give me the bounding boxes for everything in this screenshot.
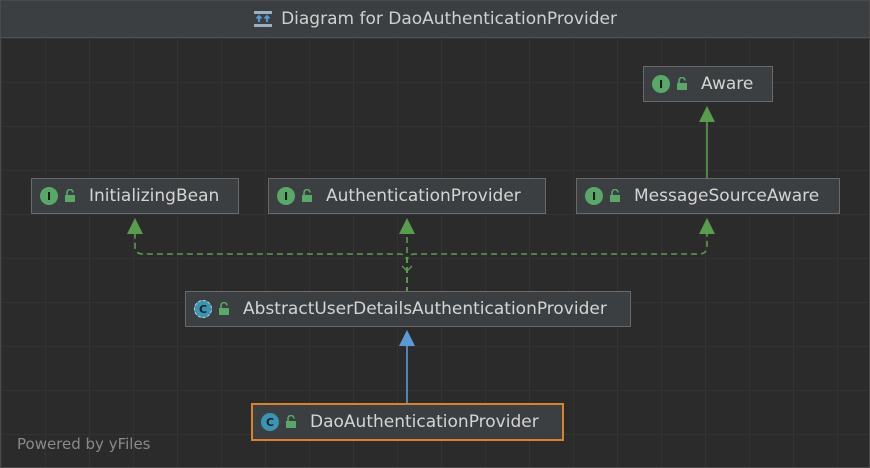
unlocked-icon [286, 415, 296, 428]
node-aware[interactable]: I Aware [643, 66, 773, 102]
interface-icon: I [585, 187, 603, 205]
edge-abstract-initializingbean [134, 233, 408, 293]
arrowhead-messagesourceaware [699, 218, 715, 234]
title-bar: Diagram for DaoAuthenticationProvider [1, 1, 869, 38]
arrowhead-initializingbean [127, 218, 143, 234]
unlocked-icon [302, 189, 312, 202]
unlocked-icon [65, 189, 75, 202]
interface-icon: I [40, 187, 58, 205]
diagram-canvas[interactable]: I Aware I InitializingBean I Authenticat… [1, 38, 869, 467]
node-label: InitializingBean [89, 186, 220, 206]
node-label: AuthenticationProvider [326, 186, 521, 206]
edge-abstract-messagesourceaware [406, 233, 708, 293]
node-messagesourceaware[interactable]: I MessageSourceAware [576, 178, 840, 214]
interface-icon: I [652, 75, 670, 93]
node-label: DaoAuthenticationProvider [310, 412, 539, 432]
powered-by-label: Powered by yFiles [17, 435, 151, 453]
node-label: AbstractUserDetailsAuthenticationProvide… [243, 299, 607, 319]
diagram-window: Diagram for DaoAuthenticationProvider I [0, 0, 870, 468]
node-abstractuserdetailsauthenticationprovider[interactable]: C AbstractUserDetailsAuthenticationProvi… [185, 291, 631, 327]
abstract-class-icon: C [194, 300, 212, 318]
node-authenticationprovider[interactable]: I AuthenticationProvider [268, 178, 546, 214]
window-title: Diagram for DaoAuthenticationProvider [281, 9, 617, 29]
interface-icon: I [277, 187, 295, 205]
diagram-icon [254, 11, 273, 27]
unlocked-icon [610, 189, 620, 202]
class-icon: C [261, 413, 279, 431]
unlocked-icon [219, 302, 229, 315]
arrowhead-authenticationprovider [399, 218, 415, 234]
node-daoauthenticationprovider[interactable]: C DaoAuthenticationProvider [251, 403, 564, 441]
arrowhead-aware [699, 106, 715, 122]
unlocked-icon [677, 77, 687, 90]
node-label: MessageSourceAware [634, 186, 820, 206]
node-initializingbean[interactable]: I InitializingBean [31, 178, 239, 214]
arrowhead-abstract [399, 330, 415, 346]
node-label: Aware [701, 74, 754, 94]
